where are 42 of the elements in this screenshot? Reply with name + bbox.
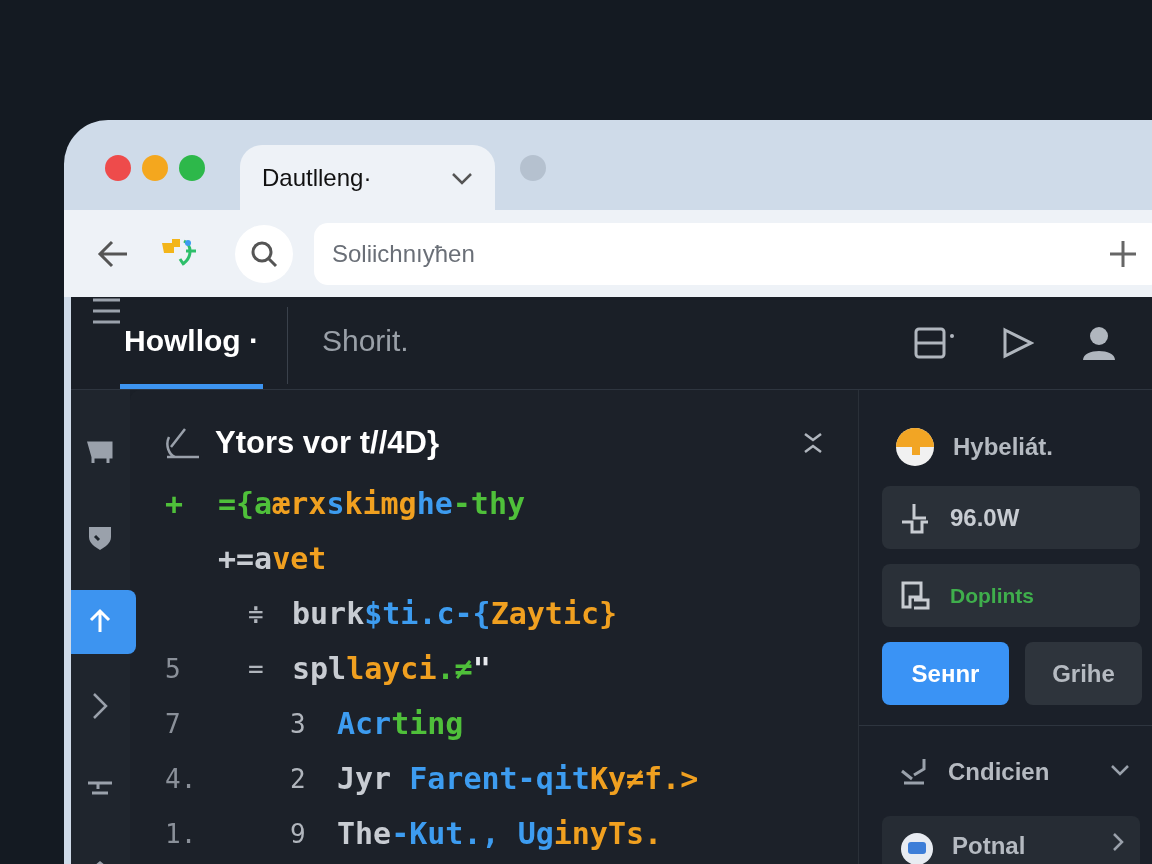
line-number: 9 bbox=[290, 818, 306, 849]
rail-item[interactable] bbox=[71, 590, 136, 654]
editor-title: Ytors vor t//4D} bbox=[215, 425, 440, 461]
close-window-icon[interactable] bbox=[105, 155, 131, 181]
code-line: burk$ti.c-{Zaytic} bbox=[292, 596, 618, 631]
operator: = bbox=[248, 653, 264, 684]
line-number: 7 bbox=[165, 708, 181, 739]
editor-tab[interactable]: Shorit. bbox=[318, 297, 457, 389]
browser-tab[interactable]: Dautlleng· bbox=[240, 145, 495, 210]
diff-marker: + bbox=[165, 486, 184, 521]
tab-title: Dautlleng· bbox=[262, 163, 373, 192]
code-line: +=avet bbox=[218, 541, 327, 576]
avatar bbox=[895, 427, 935, 467]
avatar bbox=[900, 832, 934, 864]
user-icon[interactable] bbox=[1082, 326, 1116, 360]
list-item[interactable]: Potnal bbox=[882, 816, 1140, 864]
code-line: ={aærxskimghe-thy bbox=[218, 486, 526, 521]
code-line: Jyr Farent-qitKy≠f.> bbox=[337, 761, 699, 796]
menu-icon[interactable] bbox=[93, 297, 120, 325]
status-text: Doplints bbox=[950, 583, 1034, 608]
code-line: The-Kut., UginyTs. bbox=[337, 816, 663, 851]
line-number: 1. bbox=[165, 818, 197, 849]
line-number: 4. bbox=[165, 763, 197, 794]
section-label: Potnal bbox=[952, 832, 1027, 860]
address-field[interactable]: Soliichnıyħen bbox=[314, 222, 1152, 285]
section-header[interactable]: Cndicien bbox=[882, 750, 1140, 794]
collapse-icon[interactable] bbox=[803, 432, 823, 454]
code-line: spllayci.≠" bbox=[292, 651, 491, 686]
section-label: Cndicien bbox=[948, 758, 1051, 786]
line-number: 5 bbox=[165, 653, 181, 684]
search-icon bbox=[250, 239, 278, 268]
secondary-button[interactable]: Grihe bbox=[1025, 642, 1142, 705]
code-line: Acrting bbox=[337, 706, 464, 741]
plus-icon bbox=[1110, 240, 1136, 267]
layout-icon[interactable] bbox=[914, 327, 954, 359]
play-icon[interactable] bbox=[1002, 327, 1034, 359]
line-number: 3 bbox=[290, 708, 306, 739]
line-number: 2 bbox=[290, 763, 306, 794]
operator: ≑ bbox=[248, 598, 264, 629]
power-reading: 96.0W bbox=[950, 503, 1020, 532]
profile-name: Hybeliát. bbox=[953, 433, 1054, 461]
pen-icon bbox=[165, 427, 199, 459]
